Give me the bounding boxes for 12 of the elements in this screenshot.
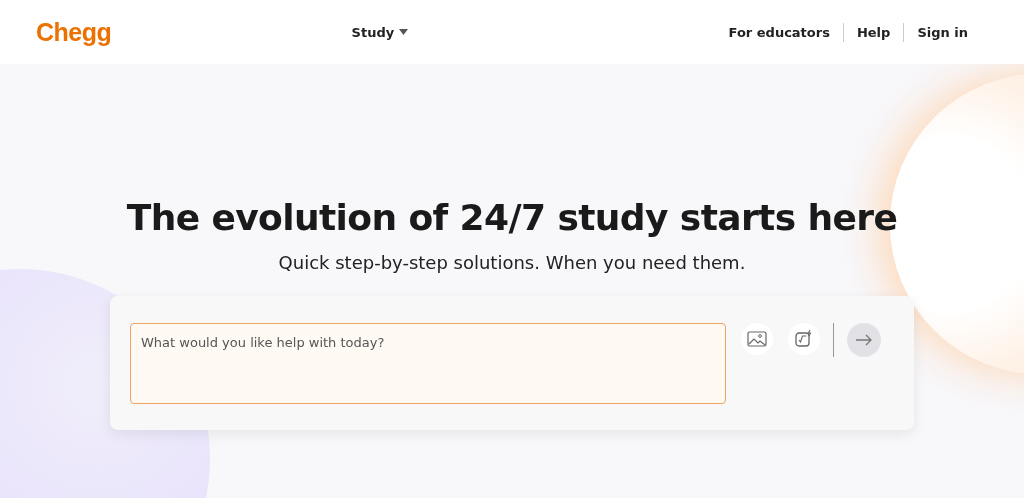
image-icon: [747, 331, 767, 347]
header-link[interactable]: Help: [856, 24, 891, 40]
nav-link[interactable]: Study: [351, 24, 409, 40]
square-root-icon: [794, 329, 814, 349]
hero-subtitle: Quick step-by-step solutions. When you need them.: [278, 252, 746, 273]
header-link[interactable]: For educators: [728, 24, 830, 40]
math-solver-button[interactable]: [788, 323, 820, 355]
hero-title: The evolution of 24/7 study starts here: [126, 197, 898, 238]
header-link[interactable]: Sign in: [917, 24, 968, 40]
image-upload-button[interactable]: [741, 323, 773, 355]
arrow-right-icon: [855, 334, 873, 346]
question-field[interactable]: What would you like help with today?: [130, 323, 726, 404]
